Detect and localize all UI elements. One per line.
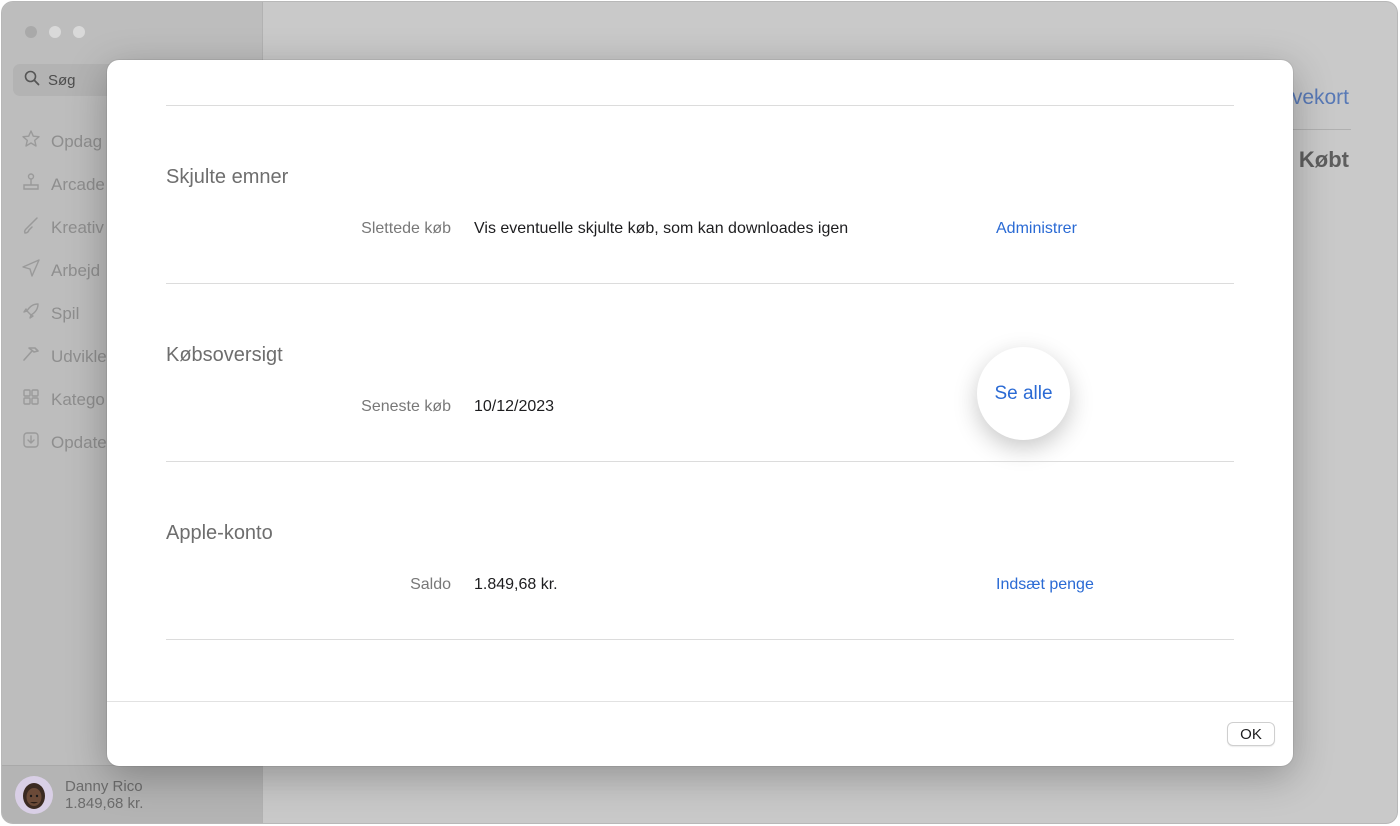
- brush-icon: [21, 215, 41, 240]
- sidebar-item-label: Opdag: [51, 131, 103, 151]
- main-header-link[interactable]: vekort: [1292, 86, 1349, 110]
- row-label-balance: Saldo: [410, 576, 451, 593]
- sidebar-item-label: Udvikle: [51, 346, 107, 366]
- window-controls: [25, 26, 85, 38]
- divider: [166, 639, 1234, 640]
- close-window-button[interactable]: [25, 26, 37, 38]
- sidebar-item-label: Arcade: [51, 174, 105, 194]
- section-title-apple-account: Apple-konto: [166, 522, 273, 544]
- divider: [166, 105, 1234, 106]
- paperplane-icon: [21, 258, 41, 283]
- ok-button[interactable]: OK: [1227, 722, 1275, 746]
- page-title: Købt: [1298, 147, 1349, 172]
- joystick-icon: [21, 172, 41, 197]
- footer-divider: [107, 701, 1293, 702]
- search-placeholder: Søg: [48, 71, 76, 89]
- grid-icon: [21, 387, 41, 412]
- sidebar-item-label: Arbejd: [51, 260, 101, 280]
- row-value-balance: 1.849,68 kr.: [474, 576, 558, 593]
- row-label-deleted-purchases: Slettede køb: [361, 220, 451, 237]
- sidebar-item-label: Kreativ: [51, 217, 104, 237]
- account-button[interactable]: Danny Rico 1.849,68 kr.: [2, 765, 262, 823]
- account-settings-sheet: Skjulte emner Slettede køb Vis eventuell…: [107, 60, 1293, 766]
- sidebar-item-label: Opdate: [51, 432, 107, 452]
- zoom-window-button[interactable]: [73, 26, 85, 38]
- rocket-icon: [21, 301, 41, 326]
- see-all-button[interactable]: Se alle: [977, 347, 1070, 440]
- row-label-latest-purchase: Seneste køb: [361, 398, 451, 415]
- user-name: Danny Rico: [65, 777, 143, 795]
- download-icon: [21, 430, 41, 455]
- row-value-latest-purchase: 10/12/2023: [474, 398, 555, 415]
- star-icon: [21, 129, 41, 154]
- section-title-hidden-items: Skjulte emner: [166, 166, 289, 188]
- user-balance: 1.849,68 kr.: [65, 794, 144, 812]
- manage-button[interactable]: Administrer: [996, 220, 1077, 238]
- add-funds-button[interactable]: Indsæt penge: [996, 576, 1094, 594]
- row-value-deleted-purchases: Vis eventuelle skjulte køb, som kan down…: [474, 220, 849, 237]
- divider: [166, 461, 1234, 462]
- divider: [166, 283, 1234, 284]
- section-title-purchase-history: Købsoversigt: [166, 344, 283, 366]
- see-all-label: Se alle: [994, 382, 1053, 404]
- sidebar-item-label: Katego: [51, 389, 105, 409]
- avatar: [15, 775, 53, 814]
- sidebar-item-label: Spil: [51, 303, 80, 323]
- minimize-window-button[interactable]: [49, 26, 61, 38]
- search-icon: [24, 70, 40, 90]
- hammer-icon: [21, 344, 41, 369]
